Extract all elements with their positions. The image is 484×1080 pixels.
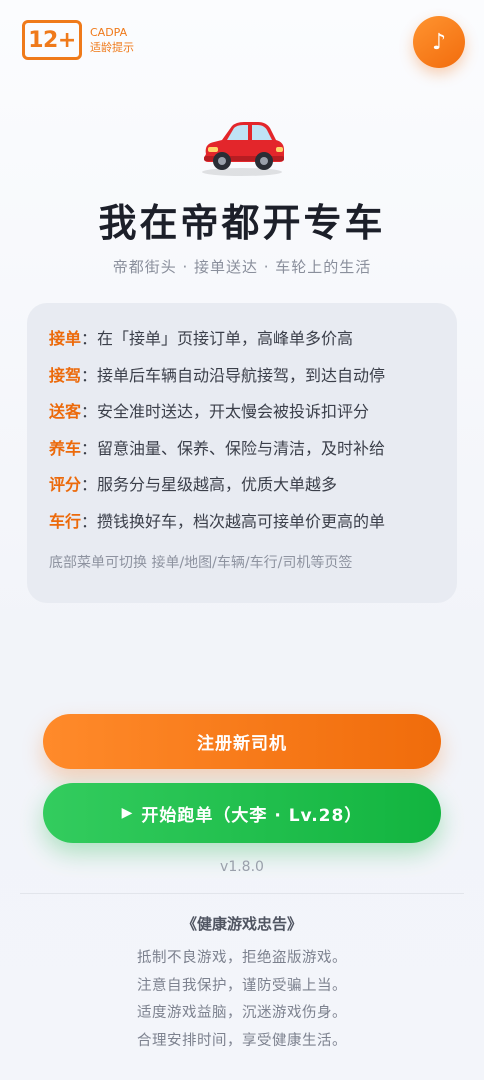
menu-hint: 底部菜单可切换 接单/地图/车辆/车行/司机等页签 [49,554,353,571]
age-rating-badge: 12+ CADPA 适龄提示 [22,20,134,60]
health-advice-title: 《健康游戏忠告》 [181,915,302,933]
rule-dealership: 车行：攒钱换好车，档次越高可接单价更高的单 [49,512,457,549]
music-note-icon: ♪ [431,29,447,55]
age-rating-org: CADPA [90,26,128,39]
rule-accept-order: 接单：在「接单」页接订单，高峰单多价高 [49,329,457,366]
rule-pickup: 接驾：接单后车辆自动沿导航接驾，到达自动停 [49,366,457,403]
divider [20,893,464,894]
rule-key: 养车 [49,438,82,458]
health-advice-line: 抵制不良游戏，拒绝盗版游戏。 [137,950,347,966]
rule-text: 在「接单」页接订单，高峰单多价高 [97,329,354,348]
register-driver-label: 注册新司机 [197,734,287,754]
rule-key: 接单 [49,329,82,348]
rule-separator: ： [81,329,98,348]
rule-text: 安全准时送达，开太慢会被投诉扣评分 [97,402,370,422]
music-toggle-button[interactable]: ♪ [413,16,465,68]
rule-rating: 评分：服务分与星级越高，优质大单越多 [49,475,457,512]
rule-key: 车行 [49,511,82,531]
rule-separator: ： [81,511,98,531]
health-advice-line: 适度游戏益脑，沉迷游戏伤身。 [137,1005,347,1021]
rule-key: 接驾 [49,365,82,385]
health-advice-line: 注意自我保护，谨防受骗上当。 [137,977,347,994]
age-rating-label: 适龄提示 [90,41,134,54]
play-icon: ▶ [121,805,134,821]
register-driver-button[interactable]: 注册新司机 [43,714,441,769]
rule-separator: ： [81,402,98,422]
rule-maintenance: 养车：留意油量、保养、保险与清洁，及时补给 [49,439,457,476]
gameplay-guide-card: 接单：在「接单」页接订单，高峰单多价高 接驾：接单后车辆自动沿导航接驾，到达自动… [27,303,457,603]
rule-text: 接单后车辆自动沿导航接驾，到达自动停 [97,365,386,385]
rule-separator: ： [81,438,98,458]
game-title: 我在帝都开专车 [98,201,386,245]
health-advice: 抵制不良游戏，拒绝盗版游戏。 注意自我保护，谨防受骗上当。 适度游戏益脑，沉迷游… [0,945,484,1055]
version-label: v1.8.0 [220,859,264,875]
start-driving-label: 开始跑单（大李 · Lv.28） [141,805,363,826]
launch-screen: 12+ CADPA 适龄提示 ♪ 我在帝都开专车 帝都街头 · 接单送达 · 车… [0,0,484,1080]
age-rating-text: CADPA 适龄提示 [90,25,134,55]
rule-key: 送客 [49,402,82,422]
rule-separator: ： [81,365,98,385]
rule-text: 留意油量、保养、保险与清洁，及时补给 [97,438,386,458]
health-advice-line: 合理安排时间，享受健康生活。 [137,1032,347,1049]
age-rating-box: 12+ [22,20,82,60]
rule-text: 攒钱换好车，档次越高可接单价更高的单 [97,511,386,531]
rule-key: 评分 [49,475,82,495]
rule-text: 服务分与星级越高，优质大单越多 [97,475,338,495]
red-car-icon [196,114,288,178]
start-driving-button[interactable]: ▶ 开始跑单（大李 · Lv.28） [43,783,441,843]
game-subtitle: 帝都街头 · 接单送达 · 车轮上的生活 [112,258,372,276]
rule-deliver: 送客：安全准时送达，开太慢会被投诉扣评分 [49,402,457,439]
rule-separator: ： [81,475,98,495]
